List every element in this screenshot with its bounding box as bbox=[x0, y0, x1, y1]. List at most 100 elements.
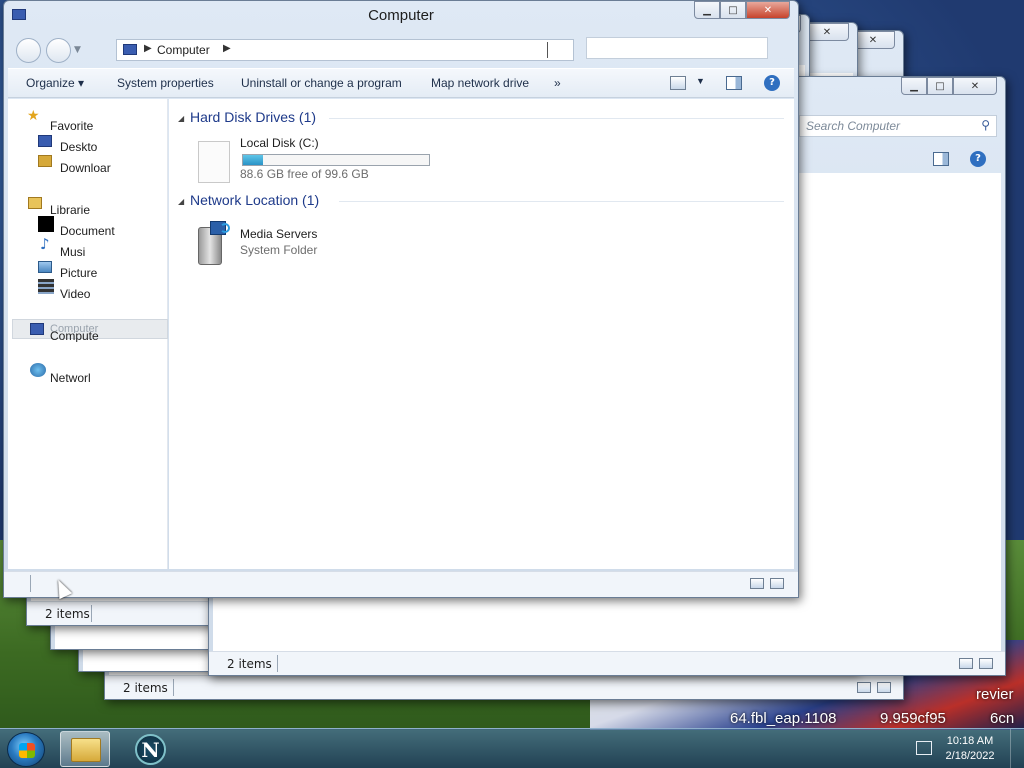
recent-pages-dropdown[interactable]: ▼ bbox=[74, 45, 81, 55]
taskbar-netscape-button[interactable]: N bbox=[130, 731, 172, 767]
breadcrumb-chevron-icon[interactable]: ▶ bbox=[144, 43, 152, 54]
nav-network[interactable]: Networl bbox=[50, 371, 102, 384]
view-toggle bbox=[750, 578, 784, 589]
documents-icon bbox=[38, 216, 54, 232]
help-icon[interactable]: ? bbox=[970, 151, 986, 167]
media-servers-name[interactable]: Media Servers bbox=[240, 227, 317, 241]
start-button[interactable] bbox=[7, 732, 45, 767]
status-bar bbox=[4, 571, 798, 597]
videos-icon bbox=[38, 279, 54, 294]
change-view-icon[interactable] bbox=[670, 76, 686, 90]
nav-downloads[interactable]: Downloar bbox=[60, 161, 124, 174]
window-controls: ▁ □ ✕ bbox=[694, 1, 790, 19]
preview-pane-icon[interactable] bbox=[726, 76, 742, 90]
desktop-text-fragment: 64.fbl_eap.1108 bbox=[730, 710, 837, 727]
collapse-triangle-icon[interactable]: ◢ bbox=[178, 114, 184, 123]
breadcrumb-chevron-icon[interactable]: ▶ bbox=[223, 43, 231, 54]
folder-icon bbox=[71, 738, 101, 762]
back-button[interactable] bbox=[16, 38, 41, 63]
organize-button[interactable]: Organize ▾ bbox=[26, 76, 84, 90]
search-icon[interactable]: ⚲ bbox=[981, 118, 990, 132]
details-view-icon[interactable] bbox=[959, 658, 973, 669]
local-disk-free-space: 88.6 GB free of 99.6 GB bbox=[240, 167, 369, 181]
status-separator bbox=[277, 655, 278, 672]
show-desktop-button[interactable] bbox=[1010, 729, 1024, 768]
close-button[interactable]: ✕ bbox=[805, 23, 849, 41]
nav-favorites[interactable]: Favorite bbox=[50, 119, 106, 131]
minimize-button[interactable]: ▁ bbox=[901, 77, 927, 95]
maximize-button[interactable]: □ bbox=[720, 1, 746, 19]
group-separator bbox=[339, 201, 784, 202]
status-bar: 2 items bbox=[105, 675, 903, 699]
nav-pictures[interactable]: Picture bbox=[60, 266, 108, 279]
maximize-button[interactable]: □ bbox=[927, 77, 953, 95]
status-separator bbox=[91, 605, 92, 622]
command-bar: Organize ▾ System properties Uninstall o… bbox=[8, 68, 794, 98]
content-pane: ◢ Hard Disk Drives (1) Local Disk (C:) 8… bbox=[169, 99, 794, 569]
hard-disk-icon[interactable] bbox=[198, 141, 230, 183]
address-bar[interactable]: ▶ Computer ▶ bbox=[116, 39, 574, 61]
tiles-view-icon[interactable] bbox=[770, 578, 784, 589]
nav-videos[interactable]: Video bbox=[60, 287, 102, 300]
windows-logo-icon bbox=[19, 743, 35, 758]
desktop-icon bbox=[38, 135, 52, 147]
taskbar: N 10:18 AM 2/18/2022 bbox=[0, 728, 1024, 768]
desktop-text-fragment: 6cn bbox=[990, 710, 1015, 727]
disk-usage-bar bbox=[242, 154, 430, 166]
close-button[interactable]: ✕ bbox=[746, 1, 790, 19]
view-toggle bbox=[857, 682, 891, 693]
clock-time: 10:18 AM bbox=[946, 735, 994, 747]
status-item-count: 2 items bbox=[123, 681, 168, 695]
nav-computer[interactable]: Compute bbox=[50, 329, 110, 342]
window-controls: ▁ □ ✕ bbox=[901, 77, 997, 95]
map-network-drive-button[interactable]: Map network drive bbox=[431, 76, 529, 90]
search-placeholder: Search Computer bbox=[806, 119, 901, 133]
system-properties-button[interactable]: System properties bbox=[117, 76, 214, 90]
group-header-hard-disk-drives[interactable]: Hard Disk Drives (1) bbox=[190, 109, 316, 125]
system-clock[interactable]: 10:18 AM 2/18/2022 bbox=[940, 734, 1000, 764]
more-commands-button[interactable]: » bbox=[554, 76, 561, 90]
breadcrumb-computer[interactable]: Computer bbox=[157, 43, 210, 57]
group-header-network-location[interactable]: Network Location (1) bbox=[190, 192, 319, 208]
media-servers-type: System Folder bbox=[240, 243, 318, 257]
status-bar: 2 items bbox=[209, 651, 1005, 675]
tiles-view-icon[interactable] bbox=[877, 682, 891, 693]
preview-pane-icon[interactable] bbox=[933, 152, 949, 166]
window-title: Computer bbox=[368, 7, 434, 24]
libraries-icon bbox=[28, 197, 42, 209]
search-box[interactable]: Search Computer ⚲ bbox=[799, 115, 997, 137]
help-icon[interactable]: ? bbox=[764, 75, 780, 91]
minimize-button[interactable]: ▁ bbox=[694, 1, 720, 19]
collapse-triangle-icon[interactable]: ◢ bbox=[178, 197, 184, 206]
status-item-count: 2 items bbox=[227, 657, 272, 671]
local-disk-name[interactable]: Local Disk (C:) bbox=[240, 136, 319, 150]
taskbar-explorer-button[interactable] bbox=[60, 731, 110, 767]
address-divider bbox=[547, 42, 548, 58]
nav-music[interactable]: Musi bbox=[60, 245, 96, 258]
tiles-view-icon[interactable] bbox=[979, 658, 993, 669]
disk-usage-fill bbox=[243, 155, 264, 165]
status-separator bbox=[30, 575, 31, 592]
status-separator bbox=[173, 679, 174, 696]
group-separator bbox=[329, 118, 784, 119]
details-view-icon[interactable] bbox=[857, 682, 871, 693]
uninstall-program-button[interactable]: Uninstall or change a program bbox=[241, 76, 402, 90]
netscape-icon: N bbox=[135, 734, 166, 765]
details-view-icon[interactable] bbox=[750, 578, 764, 589]
pictures-icon bbox=[38, 261, 52, 273]
view-options-dropdown[interactable]: ▼ bbox=[696, 76, 705, 86]
status-item-count: 2 items bbox=[45, 607, 90, 621]
network-tray-icon[interactable] bbox=[916, 741, 932, 755]
computer-icon bbox=[123, 44, 137, 55]
nav-libraries[interactable]: Librarie bbox=[50, 203, 102, 215]
search-box[interactable] bbox=[586, 37, 768, 59]
computer-window[interactable]: Computer ▁ □ ✕ ▼ ▶ Computer ▶ Organize ▾… bbox=[3, 0, 799, 598]
nav-documents[interactable]: Document bbox=[60, 224, 128, 237]
nav-desktop[interactable]: Deskto bbox=[60, 140, 110, 153]
media-server-icon[interactable] bbox=[196, 221, 230, 267]
star-icon: ★ bbox=[27, 108, 40, 124]
navigation-pane: ★ Favorite Deskto Downloar Librarie Docu… bbox=[8, 99, 168, 569]
downloads-icon bbox=[38, 155, 52, 167]
forward-button[interactable] bbox=[46, 38, 71, 63]
close-button[interactable]: ✕ bbox=[953, 77, 997, 95]
